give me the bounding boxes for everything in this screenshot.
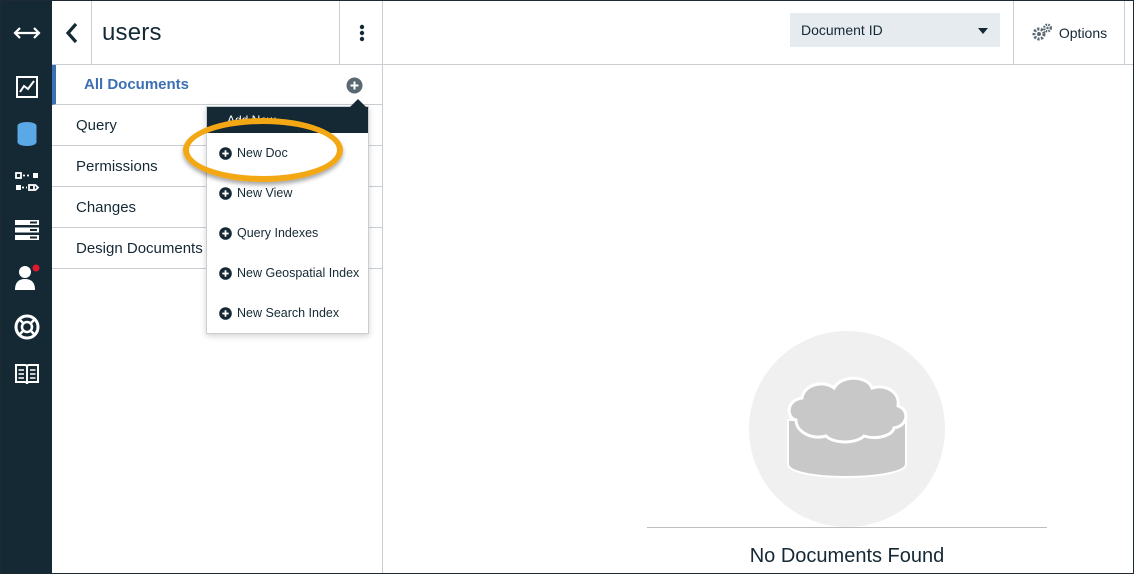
back-button[interactable] [52, 1, 92, 65]
user-account-icon [14, 264, 39, 290]
caret-down-icon [978, 28, 988, 34]
menu-item-label: New View [237, 186, 293, 200]
sidebar-item-label: Query [76, 116, 117, 134]
sidebar-header: users [52, 1, 383, 65]
plus-circle-icon [219, 306, 232, 320]
divider [647, 527, 1047, 528]
database-icon [16, 122, 37, 147]
nav-docs[interactable] [1, 354, 52, 394]
sidebar-item-all-documents[interactable]: All Documents [52, 65, 383, 105]
menu-item-label: Query Indexes [237, 226, 319, 240]
server-list-icon [14, 220, 39, 240]
nav-account[interactable] [1, 210, 52, 250]
nav-databases[interactable] [1, 114, 52, 154]
options-label: Options [1058, 25, 1108, 41]
sidebar-item-label: Design Documents [76, 239, 203, 257]
app-window: users All Documents Query Permissions Ch… [0, 0, 1134, 574]
nav-user[interactable] [1, 257, 52, 297]
sidebar-item-label: Changes [76, 198, 137, 216]
add-new-toggle-icon[interactable] [346, 77, 363, 94]
dropdown-caret [350, 99, 366, 107]
nav-support[interactable] [1, 307, 52, 347]
chevron-left-icon [65, 22, 77, 44]
top-toolbar: Document ID Options [383, 1, 1133, 65]
empty-state-illustration [749, 331, 945, 527]
collapse-arrows-icon [12, 27, 41, 39]
support-lifebuoy-icon [14, 314, 39, 340]
highlight-ring [183, 118, 343, 182]
sidebar-item-label: Permissions [76, 157, 158, 175]
notification-dot [32, 264, 39, 272]
gears-icon [1032, 23, 1052, 41]
nav-replication[interactable] [1, 162, 52, 202]
database-actions-menu-button[interactable] [339, 1, 383, 65]
empty-database-cloud-icon [787, 376, 908, 479]
document-id-select[interactable]: Document ID [790, 13, 1000, 47]
documentation-book-icon [14, 364, 39, 385]
menu-item-label: New Search Index [237, 306, 340, 320]
replication-icon [14, 172, 39, 192]
monitoring-chart-icon [15, 76, 38, 98]
plus-circle-icon [219, 186, 232, 200]
plus-circle-icon [219, 226, 232, 240]
collapse-nav-button[interactable] [1, 13, 52, 53]
global-nav-rail [1, 1, 52, 573]
menu-item-new-geospatial-index[interactable]: New Geospatial Index [207, 253, 368, 293]
kebab-menu-icon [359, 24, 364, 42]
plus-circle-icon [219, 266, 232, 280]
sidebar-item-label: All Documents [84, 76, 190, 93]
menu-item-query-indexes[interactable]: Query Indexes [207, 213, 368, 253]
select-value: Document ID [801, 22, 883, 38]
options-button[interactable]: Options [1013, 1, 1125, 65]
database-name-title: users [102, 19, 162, 46]
nav-monitoring[interactable] [1, 67, 52, 107]
documents-main-area: No Documents Found [383, 65, 1133, 573]
empty-state-message: No Documents Found [749, 545, 945, 567]
menu-item-new-search-index[interactable]: New Search Index [207, 293, 368, 333]
menu-item-label: New Geospatial Index [237, 266, 360, 280]
